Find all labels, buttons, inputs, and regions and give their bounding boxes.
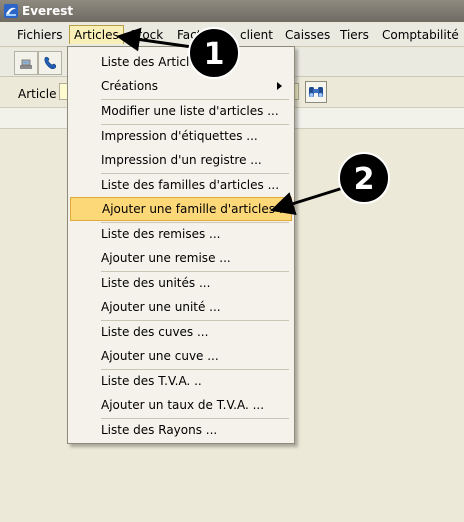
annotation-overlay: 1 2 — [116, 27, 390, 216]
step1-number: 1 — [204, 37, 225, 72]
step2-number: 2 — [354, 162, 375, 197]
step2-arrow — [270, 186, 344, 216]
step1-arrow — [116, 27, 193, 52]
